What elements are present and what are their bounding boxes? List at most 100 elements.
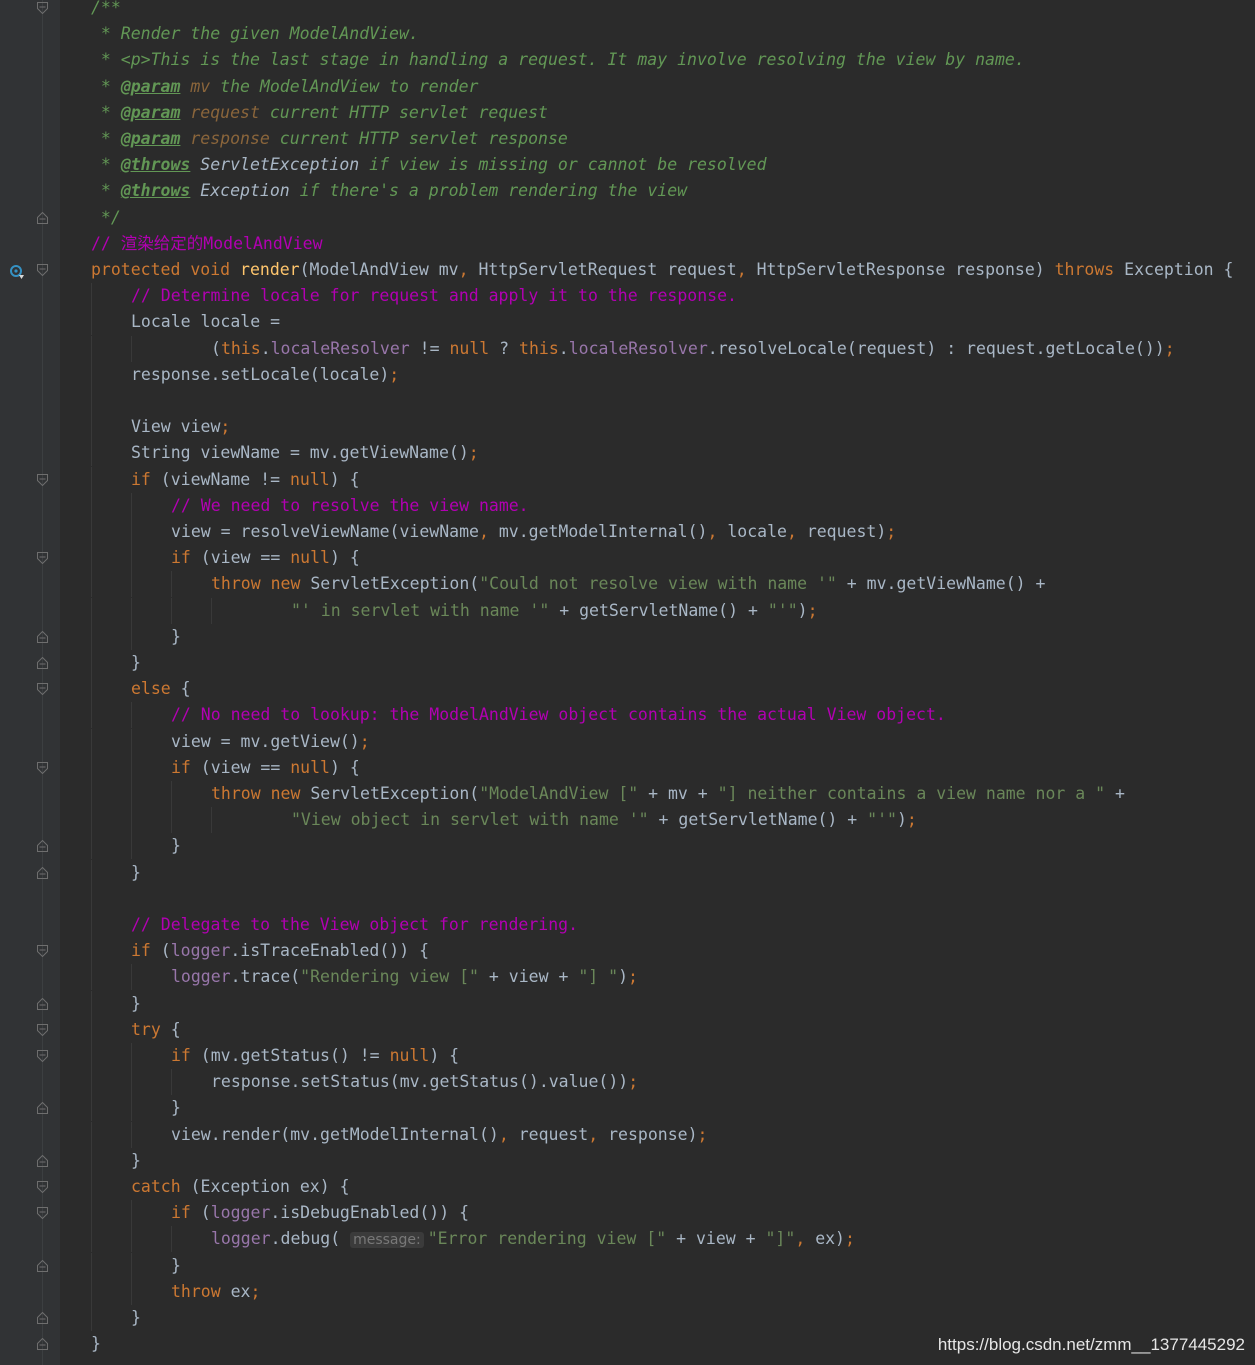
code-line[interactable]: "View object in servlet with name '" + g… [0, 807, 1255, 834]
indent-guide [131, 964, 132, 991]
code-line[interactable]: } [0, 1252, 1255, 1279]
code-line[interactable]: View view; [0, 414, 1255, 441]
code-line[interactable]: response.setStatus(mv.getStatus().value(… [0, 1069, 1255, 1096]
fold-end-icon[interactable] [37, 211, 48, 224]
indent-guide [91, 807, 92, 834]
code-line[interactable]: * @param request current HTTP servlet re… [0, 100, 1255, 126]
javadoc-text [180, 103, 190, 122]
indent-guide [91, 1016, 92, 1043]
code-editor[interactable]: /** * Render the given ModelAndView. * <… [0, 0, 1255, 1365]
code-line[interactable]: } [0, 990, 1255, 1017]
code-line[interactable]: try { [0, 1016, 1255, 1043]
code-line[interactable]: view = resolveViewName(viewName, mv.getM… [0, 519, 1255, 545]
keyword-token: null [449, 338, 490, 358]
keyword-token: throws [1054, 260, 1125, 279]
code-line[interactable]: } [0, 1305, 1255, 1331]
fold-collapse-icon[interactable] [37, 1181, 48, 1193]
fold-end-icon[interactable] [37, 1259, 48, 1272]
fold-end-icon[interactable] [37, 1312, 48, 1324]
code-line[interactable]: } [0, 1095, 1255, 1122]
code-line[interactable]: throw new ServletException("ModelAndView… [0, 781, 1255, 807]
code-line[interactable]: Locale locale = [0, 309, 1255, 336]
code-line[interactable]: protected void render(ModelAndView mv, H… [0, 257, 1255, 283]
fold-end-icon[interactable] [37, 630, 48, 643]
fold-collapse-icon[interactable] [37, 945, 48, 958]
code-line[interactable]: * @param response current HTTP servlet r… [0, 126, 1255, 152]
string-literal: "'" [867, 810, 897, 830]
javadoc-tag: @throws [120, 181, 191, 201]
code-line[interactable]: } [0, 833, 1255, 860]
indent-guide [131, 623, 132, 650]
code-line[interactable]: if (view == null) { [0, 754, 1255, 781]
code-line[interactable]: logger.trace("Rendering view [" + view +… [0, 964, 1255, 991]
code-line[interactable]: // We need to resolve the view name. [0, 492, 1255, 519]
code-line[interactable]: if (mv.getStatus() != null) { [0, 1043, 1255, 1069]
javadoc-text: * <p>This is the last stage in handling … [91, 50, 1025, 70]
indent-guide [131, 807, 132, 834]
keyword-token: this [220, 338, 261, 358]
code-line[interactable]: } [0, 650, 1255, 676]
code-line[interactable]: /** [0, 0, 1255, 21]
code-line[interactable]: catch (Exception ex) { [0, 1174, 1255, 1200]
fold-collapse-icon[interactable] [37, 761, 48, 774]
code-line[interactable]: // 渲染给定的ModelAndView [0, 231, 1255, 257]
fold-collapse-icon[interactable] [37, 683, 48, 696]
punctuation: , [795, 1229, 816, 1249]
indent-guide [91, 466, 92, 493]
code-line[interactable]: "' in servlet with name '" + getServletN… [0, 597, 1255, 624]
code-line[interactable]: (this.localeResolver != null ? this.loca… [0, 335, 1255, 362]
fold-collapse-icon[interactable] [37, 2, 48, 14]
code-text: .isTraceEnabled()) { [230, 941, 430, 961]
fold-end-icon[interactable] [37, 1102, 48, 1115]
javadoc-text [180, 77, 190, 96]
fold-end-icon[interactable] [37, 657, 48, 669]
javadoc-text: * [91, 76, 121, 96]
code-line[interactable] [0, 885, 1255, 912]
code-line[interactable]: view = mv.getView(); [0, 728, 1255, 755]
code-line[interactable]: // No need to lookup: the ModelAndView o… [0, 702, 1255, 729]
code-line[interactable]: * Render the given ModelAndView. [0, 21, 1255, 47]
keyword-token: if [171, 1046, 191, 1065]
code-line[interactable]: String viewName = mv.getViewName(); [0, 440, 1255, 467]
code-line[interactable]: */ [0, 205, 1255, 231]
code-line[interactable]: response.setLocale(locale); [0, 361, 1255, 388]
code-line[interactable]: * @throws ServletException if view is mi… [0, 152, 1255, 178]
code-line[interactable]: throw ex; [0, 1278, 1255, 1305]
code-line[interactable] [0, 388, 1255, 414]
code-line[interactable]: if (viewName != null) { [0, 466, 1255, 493]
code-line[interactable]: } [0, 859, 1255, 886]
implementing-method-icon[interactable] [9, 262, 25, 279]
fold-collapse-icon[interactable] [37, 473, 48, 486]
fold-collapse-icon[interactable] [37, 1023, 48, 1036]
code-line[interactable]: if (logger.isDebugEnabled()) { [0, 1200, 1255, 1227]
code-line[interactable]: } [0, 1147, 1255, 1174]
code-line[interactable]: if (view == null) { [0, 545, 1255, 572]
code-line[interactable]: view.render(mv.getModelInternal(), reque… [0, 1121, 1255, 1148]
code-line[interactable]: } [0, 623, 1255, 650]
indent-guide [91, 545, 92, 572]
fold-end-icon[interactable] [37, 997, 48, 1010]
fold-collapse-icon[interactable] [37, 552, 48, 565]
fold-collapse-icon[interactable] [37, 264, 48, 276]
code-line[interactable]: * <p>This is the last stage in handling … [0, 47, 1255, 73]
code-line[interactable]: // Delegate to the View object for rende… [0, 912, 1255, 938]
code-line[interactable]: // Determine locale for request and appl… [0, 283, 1255, 310]
code-line[interactable]: if (logger.isTraceEnabled()) { [0, 938, 1255, 965]
code-line[interactable]: * @throws Exception if there's a problem… [0, 178, 1255, 204]
fold-end-icon[interactable] [37, 840, 48, 853]
code-line[interactable]: logger.debug( message: "Error rendering v… [0, 1226, 1255, 1253]
indent-guide [91, 1095, 92, 1122]
fold-end-icon[interactable] [37, 1338, 48, 1351]
keyword-token: if [131, 941, 151, 961]
code-line-text: throw ex; [171, 1279, 260, 1305]
code-line[interactable]: * @param mv the ModelAndView to render [0, 74, 1255, 100]
punctuation: ; [807, 600, 818, 620]
fold-collapse-icon[interactable] [37, 1207, 48, 1220]
fold-end-icon[interactable] [37, 1154, 48, 1167]
fold-end-icon[interactable] [37, 866, 48, 879]
javadoc-text: * [91, 181, 121, 201]
code-line[interactable]: else { [0, 676, 1255, 703]
fold-collapse-icon[interactable] [37, 1050, 48, 1062]
code-line[interactable]: throw new ServletException("Could not re… [0, 571, 1255, 598]
code-text: + getServletName() + [549, 600, 768, 620]
